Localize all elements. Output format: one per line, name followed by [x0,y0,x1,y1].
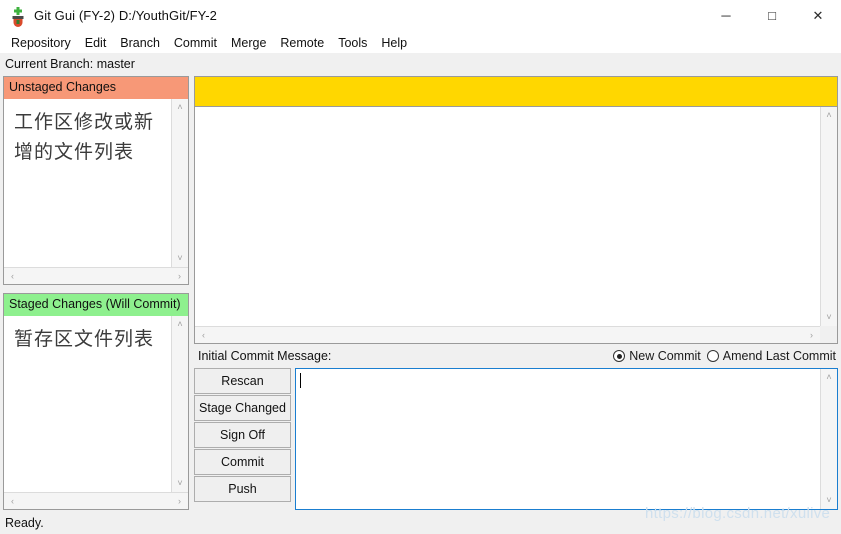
status-bar: Ready. [0,512,841,534]
commit-button[interactable]: Commit [194,449,291,475]
scroll-down-icon[interactable]: ˅ [172,250,189,267]
unstaged-file-list[interactable]: 工作区修改或新增的文件列表 [4,99,171,267]
unstaged-body: 工作区修改或新增的文件列表 ˄ ˅ [4,99,188,267]
radio-amend-last-commit-label: Amend Last Commit [722,349,836,363]
scroll-down-icon[interactable]: ˅ [821,309,838,326]
menu-bar: Repository Edit Branch Commit Merge Remo… [0,32,841,53]
diff-viewer[interactable] [195,107,820,326]
radio-new-commit-dot[interactable] [613,350,626,362]
commit-options-bar: Initial Commit Message: New Commit Amend… [194,344,838,368]
menu-item-remote[interactable]: Remote [273,35,331,51]
menu-item-commit[interactable]: Commit [167,35,224,51]
scroll-down-icon[interactable]: ˅ [172,475,189,492]
scrollbar-corner [820,326,837,343]
close-button[interactable]: ✕ [795,0,841,31]
current-branch-label: Current Branch: master [0,53,841,74]
stage-changed-button[interactable]: Stage Changed [194,395,291,421]
scroll-up-icon[interactable]: ˄ [172,99,189,116]
scroll-right-icon[interactable]: › [171,268,188,285]
commit-message-label: Initial Commit Message: [198,349,332,363]
scroll-right-icon[interactable]: › [171,493,188,510]
menu-item-edit[interactable]: Edit [78,35,114,51]
unstaged-changes-panel: Unstaged Changes 工作区修改或新增的文件列表 ˄ ˅ ‹ › [3,76,189,285]
action-buttons-column: Rescan Stage Changed Sign Off Commit Pus… [194,368,295,510]
staged-vertical-scrollbar[interactable]: ˄ ˅ [171,316,188,492]
diff-horizontal-scrollbar[interactable]: ‹ › [195,326,820,343]
scroll-left-icon[interactable]: ‹ [4,268,21,285]
rescan-button[interactable]: Rescan [194,368,291,394]
panel-divider [3,285,189,293]
commit-message-input[interactable] [296,369,820,509]
menu-item-repository[interactable]: Repository [4,35,78,51]
diff-header-bar [195,77,837,107]
scroll-left-icon[interactable]: ‹ [4,493,21,510]
unstaged-list-text: 工作区修改或新增的文件列表 [14,111,155,163]
diff-bottom: ‹ › [195,326,837,343]
push-button[interactable]: Push [194,476,291,502]
commit-message-vertical-scrollbar[interactable]: ˄ ˅ [820,369,837,509]
unstaged-horizontal-scrollbar[interactable]: ‹ › [4,267,188,284]
radio-amend-last-commit-dot[interactable] [706,350,719,362]
staged-changes-panel: Staged Changes (Will Commit) 暂存区文件列表 ˄ ˅… [3,293,189,510]
radio-new-commit[interactable]: New Commit [613,349,701,363]
diff-body: ˄ ˅ [195,107,837,326]
git-gui-window: Git Gui (FY-2) D:/YouthGit/FY-2 ─ □ ✕ Re… [0,0,841,534]
window-controls: ─ □ ✕ [703,0,841,31]
unstaged-bottom: ‹ › [4,267,188,284]
staged-list-text: 暂存区文件列表 [14,328,155,350]
menu-item-help[interactable]: Help [374,35,414,51]
diff-vertical-scrollbar[interactable]: ˄ ˅ [820,107,837,326]
window-title: Git Gui (FY-2) D:/YouthGit/FY-2 [34,8,218,23]
title-bar: Git Gui (FY-2) D:/YouthGit/FY-2 ─ □ ✕ [0,0,841,32]
unstaged-changes-header: Unstaged Changes [4,77,188,99]
staged-horizontal-scrollbar[interactable]: ‹ › [4,492,188,509]
radio-new-commit-label: New Commit [629,349,701,363]
maximize-button[interactable]: □ [749,0,795,31]
main-area: Unstaged Changes 工作区修改或新增的文件列表 ˄ ˅ ‹ › S… [0,74,841,512]
staged-body: 暂存区文件列表 ˄ ˅ [4,316,188,492]
diff-panel: ˄ ˅ ‹ › [194,76,838,344]
file-lists-column: Unstaged Changes 工作区修改或新增的文件列表 ˄ ˅ ‹ › S… [3,74,189,512]
scroll-down-icon[interactable]: ˅ [821,492,838,509]
scroll-up-icon[interactable]: ˄ [821,369,838,386]
commit-message-panel: ˄ ˅ [295,368,838,510]
menu-item-tools[interactable]: Tools [331,35,374,51]
staged-changes-header: Staged Changes (Will Commit) [4,294,188,316]
scroll-right-icon[interactable]: › [803,327,820,344]
unstaged-vertical-scrollbar[interactable]: ˄ ˅ [171,99,188,267]
diff-and-commit-column: ˄ ˅ ‹ › Initial Commit Message: New Comm… [189,74,838,512]
minimize-button[interactable]: ─ [703,0,749,31]
commit-type-radios: New Commit Amend Last Commit [613,349,836,363]
commit-actions-row: Rescan Stage Changed Sign Off Commit Pus… [194,368,838,510]
staged-file-list[interactable]: 暂存区文件列表 [4,316,171,492]
radio-amend-last-commit[interactable]: Amend Last Commit [706,349,836,363]
git-gui-icon [6,4,30,28]
scroll-up-icon[interactable]: ˄ [821,107,838,124]
text-caret [300,373,301,389]
staged-bottom: ‹ › [4,492,188,509]
scroll-left-icon[interactable]: ‹ [195,327,212,344]
scroll-up-icon[interactable]: ˄ [172,316,189,333]
menu-item-branch[interactable]: Branch [113,35,167,51]
sign-off-button[interactable]: Sign Off [194,422,291,448]
menu-item-merge[interactable]: Merge [224,35,273,51]
